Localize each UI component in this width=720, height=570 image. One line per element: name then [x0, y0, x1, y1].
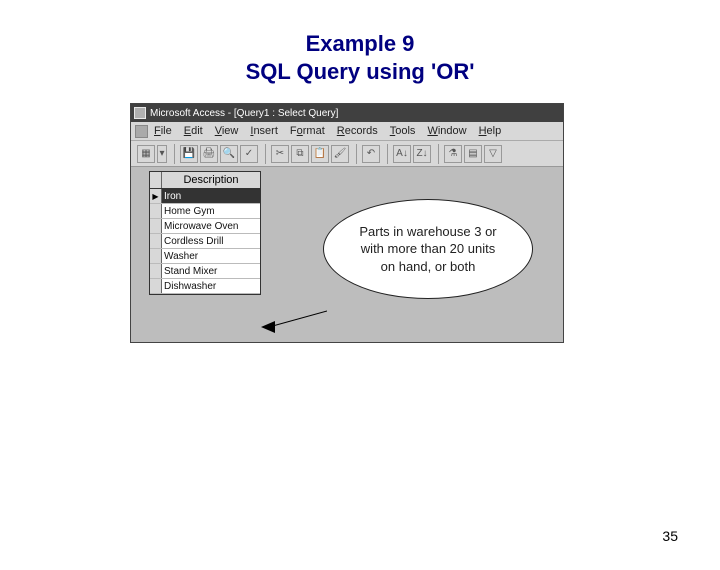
- title-line2: SQL Query using 'OR': [0, 58, 720, 86]
- app-icon: [134, 107, 146, 119]
- menu-view[interactable]: View: [215, 125, 239, 137]
- callout-line1: Parts in warehouse 3 or: [359, 223, 496, 241]
- menu-records[interactable]: Records: [337, 125, 378, 137]
- callout-line3: on hand, or both: [381, 258, 476, 276]
- cell[interactable]: Iron: [162, 189, 260, 203]
- table-row[interactable]: Microwave Oven: [150, 219, 260, 234]
- menu-insert[interactable]: Insert: [250, 125, 278, 137]
- copy-button[interactable]: ⧉: [291, 145, 309, 163]
- filter-selection-button[interactable]: ⚗: [444, 145, 462, 163]
- format-painter-button[interactable]: 🖌: [331, 145, 349, 163]
- print-preview-button[interactable]: 🔍: [220, 145, 238, 163]
- print-button[interactable]: 🖨: [200, 145, 218, 163]
- menu-window[interactable]: Window: [427, 125, 466, 137]
- row-selector-current[interactable]: ▶: [150, 189, 162, 203]
- access-screenshot: Microsoft Access - [Query1 : Select Quer…: [130, 103, 564, 343]
- cell[interactable]: Home Gym: [162, 204, 260, 218]
- workspace: Description ▶ Iron Home Gym Microwave Ov…: [131, 167, 563, 342]
- menu-edit[interactable]: Edit: [184, 125, 203, 137]
- slide-title: Example 9 SQL Query using 'OR': [0, 30, 720, 85]
- datasheet: Description ▶ Iron Home Gym Microwave Ov…: [149, 171, 261, 295]
- menu-tools[interactable]: Tools: [390, 125, 416, 137]
- cell[interactable]: Washer: [162, 249, 260, 263]
- toolbar: ▦ ▾ 💾 🖨 🔍 ✓ ✂ ⧉ 📋 🖌 ↶ A↓ Z↓ ⚗ ▤ ▽: [131, 141, 563, 167]
- table-row[interactable]: Washer: [150, 249, 260, 264]
- menu-file[interactable]: File: [154, 125, 172, 137]
- paste-button[interactable]: 📋: [311, 145, 329, 163]
- table-row[interactable]: Stand Mixer: [150, 264, 260, 279]
- table-row[interactable]: ▶ Iron: [150, 189, 260, 204]
- row-selector[interactable]: [150, 219, 162, 233]
- row-selector[interactable]: [150, 204, 162, 218]
- apply-filter-button[interactable]: ▽: [484, 145, 502, 163]
- column-header-label: Description: [162, 174, 260, 186]
- filter-form-button[interactable]: ▤: [464, 145, 482, 163]
- sort-desc-button[interactable]: Z↓: [413, 145, 431, 163]
- menubar: File Edit View Insert Format Records Too…: [131, 122, 563, 141]
- column-header[interactable]: Description: [150, 172, 260, 189]
- cell[interactable]: Dishwasher: [162, 279, 260, 293]
- undo-button[interactable]: ↶: [362, 145, 380, 163]
- view-button[interactable]: ▦: [137, 145, 155, 163]
- mdi-icon: [135, 125, 148, 138]
- sort-asc-button[interactable]: A↓: [393, 145, 411, 163]
- menu-help[interactable]: Help: [479, 125, 502, 137]
- cut-button[interactable]: ✂: [271, 145, 289, 163]
- cell[interactable]: Stand Mixer: [162, 264, 260, 278]
- row-selector[interactable]: [150, 264, 162, 278]
- window-title: Microsoft Access - [Query1 : Select Quer…: [150, 108, 338, 119]
- menu-format[interactable]: Format: [290, 125, 325, 137]
- save-button[interactable]: 💾: [180, 145, 198, 163]
- title-line1: Example 9: [0, 30, 720, 58]
- select-all-box[interactable]: [150, 172, 162, 188]
- callout: Parts in warehouse 3 or with more than 2…: [323, 199, 533, 299]
- table-row[interactable]: Dishwasher: [150, 279, 260, 294]
- callout-bubble: Parts in warehouse 3 or with more than 2…: [323, 199, 533, 299]
- page-number: 35: [662, 528, 678, 544]
- cell[interactable]: Microwave Oven: [162, 219, 260, 233]
- row-selector[interactable]: [150, 249, 162, 263]
- view-dropdown[interactable]: ▾: [157, 145, 167, 163]
- callout-line2: with more than 20 units: [361, 240, 495, 258]
- spell-button[interactable]: ✓: [240, 145, 258, 163]
- row-selector[interactable]: [150, 234, 162, 248]
- cell[interactable]: Cordless Drill: [162, 234, 260, 248]
- table-row[interactable]: Home Gym: [150, 204, 260, 219]
- window-titlebar: Microsoft Access - [Query1 : Select Quer…: [131, 104, 563, 122]
- row-selector[interactable]: [150, 279, 162, 293]
- table-row[interactable]: Cordless Drill: [150, 234, 260, 249]
- callout-arrow: [261, 307, 327, 347]
